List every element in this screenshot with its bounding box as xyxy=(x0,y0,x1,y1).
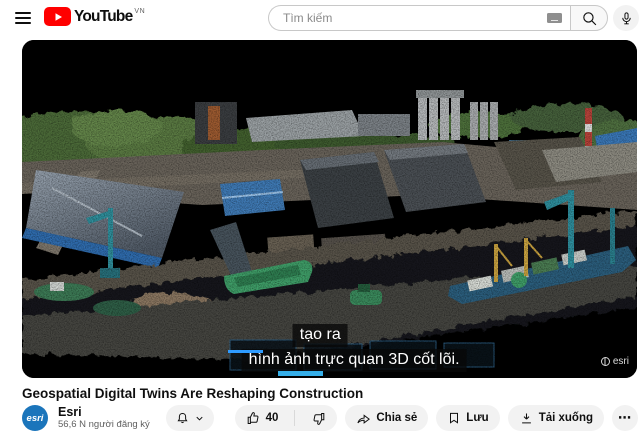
share-icon xyxy=(356,411,371,426)
voice-search-button[interactable] xyxy=(613,5,639,31)
video-title: Geospatial Digital Twins Are Reshaping C… xyxy=(22,386,627,401)
chevron-down-icon xyxy=(194,413,205,424)
watermark-text: esri xyxy=(613,356,629,367)
like-count: 40 xyxy=(266,412,279,424)
youtube-logo[interactable]: YouTube VN xyxy=(44,7,145,26)
search-icon xyxy=(581,10,598,27)
video-meta-row: esri Esri 56,6 N người đăng ký 40 xyxy=(22,404,638,432)
caption-accent-bar xyxy=(228,350,263,353)
pill-divider xyxy=(294,410,295,426)
microphone-icon xyxy=(619,11,634,26)
caption-line-1: tạo ra xyxy=(293,324,348,347)
bell-icon xyxy=(175,411,190,426)
search-button[interactable] xyxy=(570,5,608,31)
thumbs-up-icon xyxy=(246,411,261,426)
youtube-region-label: VN xyxy=(134,8,145,15)
dislike-button[interactable] xyxy=(300,405,337,431)
like-dislike-group: 40 xyxy=(235,405,338,431)
channel-avatar[interactable]: esri xyxy=(22,405,48,431)
keyboard-icon[interactable] xyxy=(547,13,562,23)
share-button[interactable]: Chia sẻ xyxy=(345,405,428,431)
download-button[interactable]: Tải xuống xyxy=(508,405,604,431)
caption-line-2: hình ảnh trực quan 3D cốt lõi. xyxy=(242,349,467,372)
like-button[interactable]: 40 xyxy=(235,405,290,431)
bookmark-icon xyxy=(447,411,461,425)
video-player[interactable]: tạo ra hình ảnh trực quan 3D cốt lõi. es… xyxy=(22,40,637,378)
youtube-logo-text: YouTube xyxy=(74,7,132,26)
save-button[interactable]: Lưu xyxy=(436,405,499,431)
thumbs-down-icon xyxy=(311,411,326,426)
more-actions-button[interactable]: ⋯ xyxy=(612,405,638,431)
search-box[interactable] xyxy=(268,5,570,31)
save-label: Lưu xyxy=(466,412,488,424)
channel-info: Esri 56,6 N người đăng ký xyxy=(58,405,150,430)
share-label: Chia sẻ xyxy=(376,412,417,424)
caption-accent-bar xyxy=(278,371,323,376)
esri-watermark: esri xyxy=(601,356,629,367)
top-bar: YouTube VN xyxy=(0,0,640,36)
search-bar xyxy=(268,5,608,31)
more-icon: ⋯ xyxy=(618,410,632,426)
avatar-text: esri xyxy=(27,413,44,424)
notifications-button[interactable] xyxy=(166,405,214,431)
download-icon xyxy=(519,411,534,426)
search-input[interactable] xyxy=(283,11,547,25)
menu-icon[interactable] xyxy=(15,9,35,27)
subscriber-count: 56,6 N người đăng ký xyxy=(58,420,150,431)
youtube-play-icon xyxy=(44,7,71,26)
channel-name[interactable]: Esri xyxy=(58,405,150,419)
download-label: Tải xuống xyxy=(539,412,593,424)
globe-icon xyxy=(601,357,610,366)
